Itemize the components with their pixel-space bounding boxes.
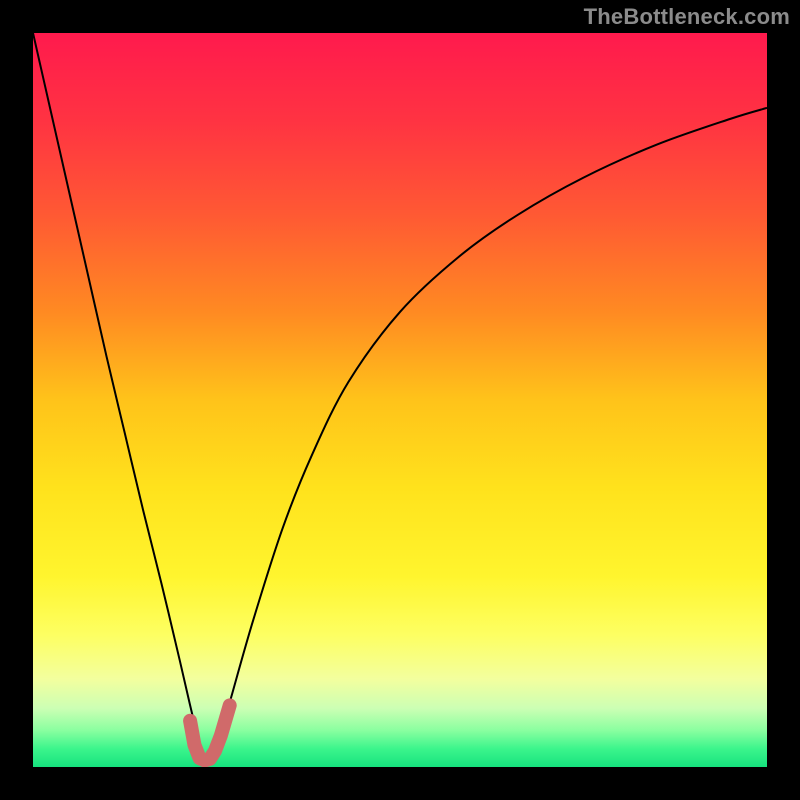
chart-svg <box>33 33 767 767</box>
gradient-background <box>33 33 767 767</box>
plot-area <box>33 33 767 767</box>
chart-frame: TheBottleneck.com <box>0 0 800 800</box>
watermark-text: TheBottleneck.com <box>584 4 790 30</box>
